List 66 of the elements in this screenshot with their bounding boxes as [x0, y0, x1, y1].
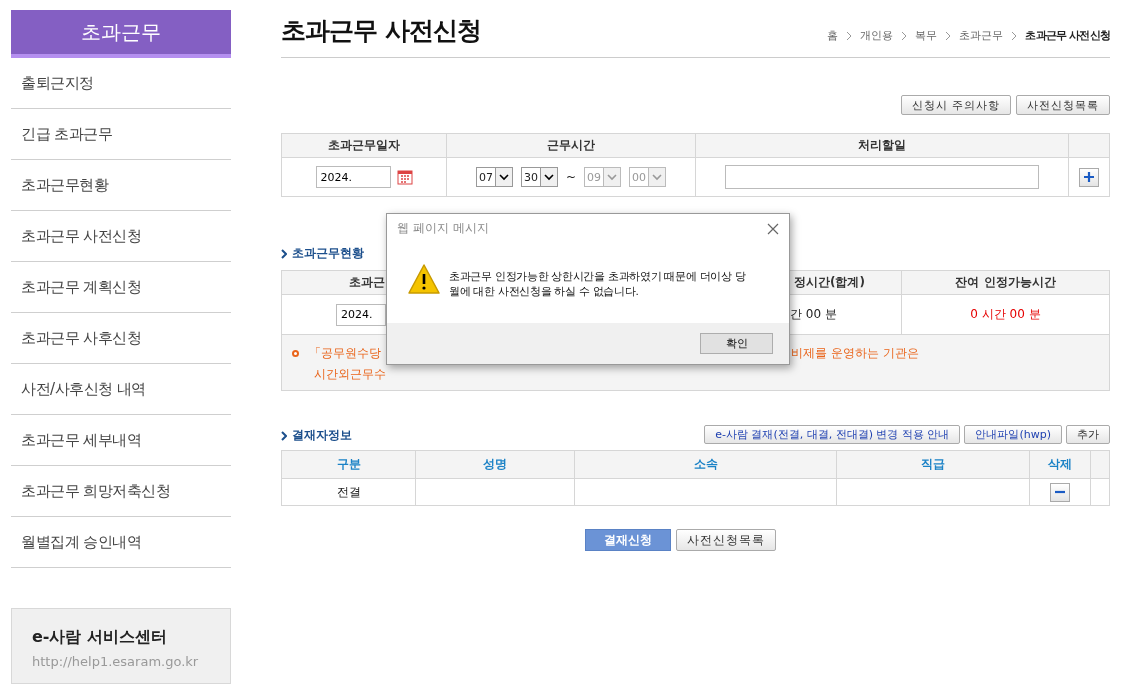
notice-text: 비제를 운영하는 기관은: [791, 345, 919, 362]
service-center-title: e-사람 서비스센터: [32, 627, 169, 648]
breadcrumb-link[interactable]: 초과근무: [959, 28, 1004, 43]
close-icon[interactable]: [767, 222, 779, 235]
column-header: 구분: [281, 450, 416, 479]
caret-icon: [498, 173, 509, 181]
chevron-icon: [1011, 30, 1018, 41]
chevron-icon: [901, 30, 908, 41]
time-dropdown[interactable]: 07: [475, 167, 513, 187]
notice-text: 「공무원수당: [309, 345, 381, 362]
time-dropdown[interactable]: 30: [520, 167, 558, 187]
notice-text: 시간외근무수: [314, 366, 387, 383]
date-field[interactable]: 2024.: [315, 166, 391, 188]
table-cell: 간 00 분: [790, 307, 837, 321]
table-cell: 전결: [336, 484, 361, 499]
action-button[interactable]: 사전신청목록: [676, 529, 776, 551]
calendar-icon[interactable]: [396, 169, 413, 185]
column-header: 성명: [415, 450, 575, 479]
sidebar-item[interactable]: 초과근무 세부내역: [11, 415, 231, 466]
sidebar-item[interactable]: 초과근무 사후신청: [11, 313, 231, 364]
page-title: 초과근무 사전신청: [281, 15, 481, 47]
sidebar-item[interactable]: 초과근무 계획신청: [11, 262, 231, 313]
date-field[interactable]: 2024.: [336, 303, 386, 326]
breadcrumb-link[interactable]: 개인용: [860, 28, 894, 43]
sidebar-header: 초과근무: [11, 10, 231, 58]
page-button[interactable]: 사전신청목록: [1016, 95, 1110, 115]
column-header: 직급: [836, 450, 1030, 479]
bullet-icon: [292, 350, 299, 357]
breadcrumb-link[interactable]: 홈: [827, 28, 839, 43]
sidebar-item[interactable]: 초과근무 사전신청: [11, 211, 231, 262]
breadcrumb-link[interactable]: 초과근무 사전신청: [1025, 28, 1110, 43]
plus-icon: [1083, 171, 1095, 183]
column-header: 삭제: [1029, 450, 1091, 479]
column-header: 소속: [574, 450, 837, 479]
task-field[interactable]: [725, 165, 1039, 189]
table-cell: 0 시간 00 분: [970, 307, 1041, 321]
sidebar-item[interactable]: 초과근무 희망저축신청: [11, 466, 231, 517]
chevron-icon: [945, 30, 952, 41]
page-button[interactable]: 신청시 주의사항: [900, 95, 1011, 115]
section-title: 결재자정보: [292, 427, 352, 444]
column-header: 처리할일: [695, 133, 1069, 158]
range-separator: ~: [565, 170, 577, 184]
caret-icon: [543, 173, 554, 181]
sidebar-item[interactable]: 긴급 초과근무: [11, 109, 231, 160]
breadcrumb-link[interactable]: 복무: [915, 28, 938, 43]
remove-button[interactable]: [1050, 482, 1070, 502]
sidebar-item[interactable]: 초과근무현황: [11, 160, 231, 211]
chevron-icon: [281, 248, 287, 259]
column-header: 근무시간: [446, 133, 696, 158]
ok-button[interactable]: 확인: [700, 333, 773, 354]
link-button[interactable]: 안내파일(hwp): [964, 425, 1062, 444]
column-header: 초과근무일자: [281, 133, 447, 158]
chevron-icon: [846, 30, 853, 41]
sidebar-item[interactable]: 출퇴근지정: [11, 58, 231, 109]
caret-icon: [607, 173, 618, 181]
add-button[interactable]: [1079, 167, 1099, 187]
column-header: 잔여 인정가능시간: [901, 270, 1110, 295]
dialog-title: 웹 페이지 메시지: [397, 220, 489, 237]
caret-icon: [652, 173, 663, 181]
sidebar-item[interactable]: 월별집계 승인내역: [11, 517, 231, 568]
sidebar-item[interactable]: 사전/사후신청 내역: [11, 364, 231, 415]
link-button[interactable]: e-사람 결재(전결, 대결, 전대결) 변경 적용 안내: [704, 425, 961, 444]
chevron-icon: [281, 430, 287, 441]
section-title: 초과근무현황: [292, 245, 364, 262]
link-button[interactable]: 추가: [1066, 425, 1110, 444]
warning-icon: [407, 263, 441, 295]
